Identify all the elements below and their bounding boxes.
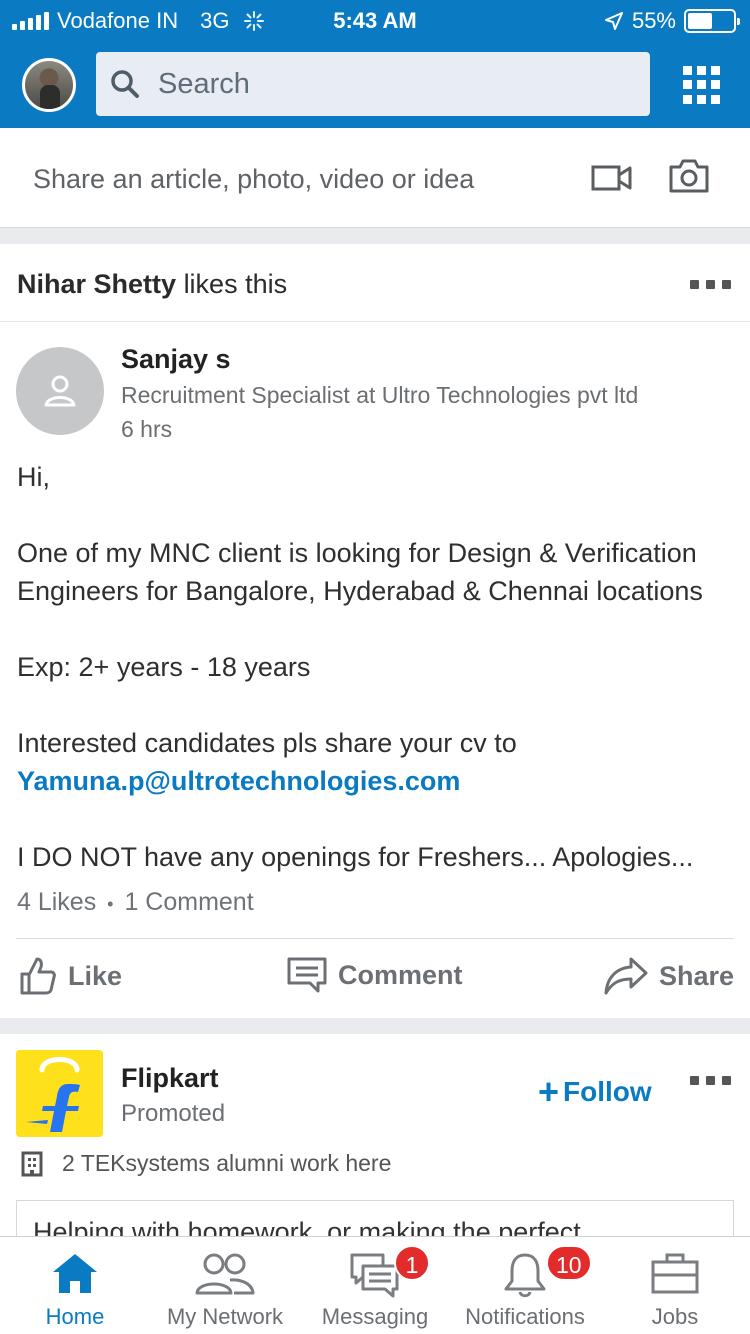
apps-grid-icon[interactable] [683,66,721,104]
feed-post-card: Nihar Shetty likes this Sanjay s Recruit… [0,244,750,1018]
post-stats[interactable]: 4 Likes • 1 Comment [17,888,254,917]
shopping-bag-logo-icon [16,1050,103,1137]
building-icon [21,1151,43,1176]
share-arrow-icon [604,957,648,995]
tab-label: Home [45,1304,105,1329]
notifications-badge: 10 [546,1245,592,1281]
share-box[interactable]: Share an article, photo, video or idea [0,128,750,228]
tab-jobs[interactable]: Jobs [600,1237,750,1334]
tab-home[interactable]: Home [0,1237,150,1334]
signal-icon [12,12,49,30]
follow-label: Follow [563,1076,652,1107]
promoted-label: Promoted [121,1100,226,1127]
thumbs-up-icon [20,957,56,995]
follow-button[interactable]: + Follow [538,1071,652,1112]
status-bar: Vodafone IN 3G 5:43 AM 55% [0,0,750,42]
author-name[interactable]: Sanjay s [121,344,231,375]
comment-button[interactable]: Comment [286,956,463,994]
post-line: One of my MNC client is looking for Desi… [17,538,697,568]
search-placeholder: Search [158,67,250,100]
comment-label: Comment [338,959,463,990]
post-experience: Exp: 2+ years - 18 years [17,652,311,682]
tab-messaging[interactable]: 1 Messaging [300,1237,450,1334]
post-timestamp: 6 hrs [121,416,173,442]
bottom-tab-bar: Home My Network 1 Messaging 10 Notificat… [0,1236,750,1334]
company-name[interactable]: Flipkart [121,1063,219,1094]
tab-label: Notifications [465,1304,585,1329]
alumni-insight: 2 TEKsystems alumni work here [20,1150,391,1177]
post-body: Hi, One of my MNC client is looking for … [17,458,737,876]
share-button[interactable]: Share [603,956,734,996]
tab-label: Messaging [321,1304,429,1329]
home-icon [53,1254,97,1293]
tab-label: Jobs [651,1304,699,1329]
location-arrow-icon [604,12,623,30]
search-icon [111,70,139,98]
post-cta: Interested candidates pls share your cv … [17,728,517,758]
battery-percent: 55% [631,8,676,33]
post-greeting: Hi, [17,462,50,492]
more-options-icon[interactable] [690,1076,731,1085]
video-camera-icon[interactable] [591,164,633,192]
status-left: Vodafone IN 3G [12,8,265,34]
plus-icon: + [538,1071,560,1112]
promoted-card: Flipkart Promoted + Follow 2 TEKsystems … [0,1034,750,1260]
social-context-header: Nihar Shetty likes this [0,244,750,322]
tab-label: My Network [166,1304,284,1329]
liked-text: likes this [183,269,288,299]
author-avatar[interactable] [16,347,104,435]
share-label: Share [659,960,735,991]
divider [16,938,734,939]
like-label: Like [68,960,123,991]
comment-icon [287,957,327,993]
photo-camera-icon[interactable] [668,158,710,194]
status-right: 55% [604,8,740,34]
feed-gap [0,228,750,244]
carrier-name: Vodafone IN [57,8,179,33]
feed-gap [0,1018,750,1034]
bell-icon [504,1253,546,1298]
top-bar: Vodafone IN 3G 5:43 AM 55% Search [0,0,750,128]
network-type: 3G [200,8,230,33]
person-placeholder-icon [44,375,76,407]
post-note: I DO NOT have any openings for Freshers.… [17,842,694,872]
share-prompt: Share an article, photo, video or idea [33,164,475,194]
messaging-icon [350,1253,399,1298]
tab-my-network[interactable]: My Network [150,1237,300,1334]
post-line: Engineers for Bangalore, Hyderabad & Che… [17,576,703,606]
alumni-text: 2 TEKsystems alumni work here [62,1150,392,1176]
like-button[interactable]: Like [18,956,122,996]
loading-spinner-icon [244,11,265,31]
more-options-icon[interactable] [690,280,731,289]
author-headline: Recruitment Specialist at Ultro Technolo… [121,382,639,408]
briefcase-icon [651,1253,699,1294]
battery-icon [684,9,740,33]
messaging-badge: 1 [394,1245,430,1281]
email-link[interactable]: Yamuna.p@ultrotechnologies.com [17,762,737,800]
tab-notifications[interactable]: 10 Notifications [450,1237,600,1334]
profile-avatar[interactable] [22,58,76,112]
social-context-text: Nihar Shetty likes this [17,269,287,300]
stats-separator: • [107,894,114,914]
liker-name[interactable]: Nihar Shetty [17,269,176,299]
flipkart-logo[interactable] [16,1050,103,1137]
search-bar[interactable]: Search [96,52,650,116]
likes-count[interactable]: 4 Likes [17,888,96,916]
comments-count[interactable]: 1 Comment [124,888,253,916]
people-icon [195,1253,255,1295]
